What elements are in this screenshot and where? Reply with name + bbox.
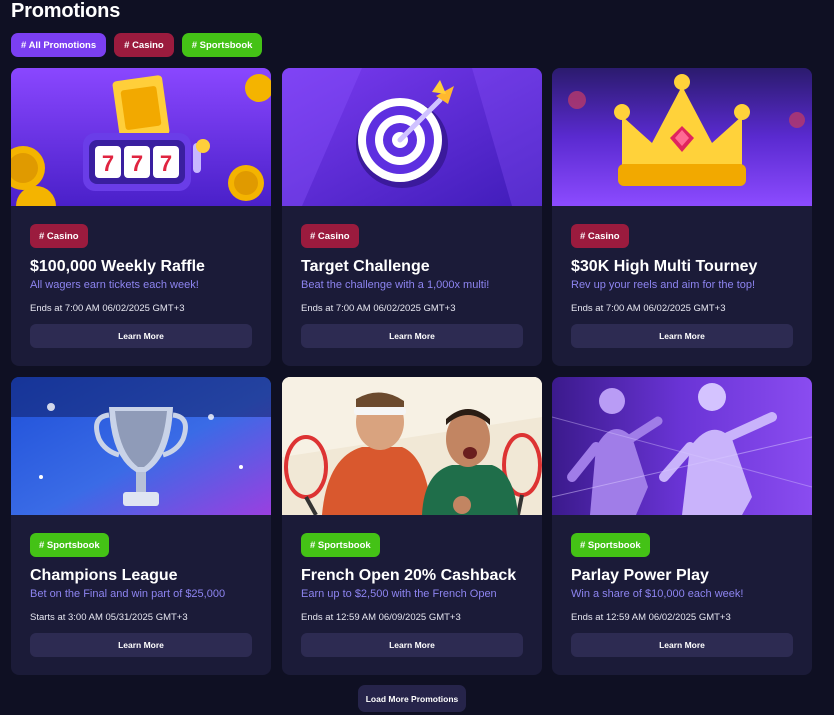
athletes-image <box>552 377 812 515</box>
category-tag: # Sportsbook <box>301 533 380 557</box>
promo-title: Parlay Power Play <box>571 567 709 584</box>
learn-more-button[interactable]: Learn More <box>30 633 252 657</box>
promo-card-parlay-power-play[interactable]: # Sportsbook Parlay Power Play Win a sha… <box>552 377 812 675</box>
trophy-icon <box>11 377 271 515</box>
target-icon <box>282 68 542 206</box>
filter-all-promotions[interactable]: # All Promotions <box>11 33 107 57</box>
promo-card-french-open[interactable]: # Sportsbook French Open 20% Cashback Ea… <box>282 377 542 675</box>
promo-subtitle: Win a share of $10,000 each week! <box>571 588 744 600</box>
promo-card-weekly-raffle[interactable]: 7 7 7 # Casino $100,000 Weekly Raffle Al… <box>11 68 271 366</box>
learn-more-button[interactable]: Learn More <box>571 324 793 348</box>
promo-date: Ends at 7:00 AM 06/02/2025 GMT+3 <box>30 303 185 314</box>
promo-card-champions-league[interactable]: # Sportsbook Champions League Bet on the… <box>11 377 271 675</box>
svg-text:7: 7 <box>131 151 143 176</box>
category-tag: # Casino <box>30 224 88 248</box>
promo-title: Champions League <box>30 567 178 584</box>
category-tag: # Casino <box>571 224 629 248</box>
learn-more-button[interactable]: Learn More <box>301 633 523 657</box>
promo-title: French Open 20% Cashback <box>301 567 517 584</box>
learn-more-button[interactable]: Learn More <box>301 324 523 348</box>
promo-card-high-multi-tourney[interactable]: # Casino $30K High Multi Tourney Rev up … <box>552 68 812 366</box>
crown-icon <box>552 68 812 206</box>
category-tag: # Casino <box>301 224 359 248</box>
promo-subtitle: Earn up to $2,500 with the French Open <box>301 588 497 600</box>
promo-title: $100,000 Weekly Raffle <box>30 258 205 275</box>
learn-more-button[interactable]: Learn More <box>30 324 252 348</box>
svg-text:7: 7 <box>160 151 172 176</box>
promo-title: Target Challenge <box>301 258 430 275</box>
promo-title: $30K High Multi Tourney <box>571 258 758 275</box>
promo-subtitle: Bet on the Final and win part of $25,000 <box>30 588 226 600</box>
load-more-button[interactable]: Load More Promotions <box>358 685 466 712</box>
category-tag: # Sportsbook <box>571 533 650 557</box>
promo-date: Ends at 12:59 AM 06/09/2025 GMT+3 <box>301 612 461 623</box>
filter-casino[interactable]: # Casino <box>114 33 174 57</box>
promo-date: Ends at 12:59 AM 06/02/2025 GMT+3 <box>571 612 731 623</box>
promo-date: Ends at 7:00 AM 06/02/2025 GMT+3 <box>571 303 726 314</box>
category-tag: # Sportsbook <box>30 533 109 557</box>
promo-subtitle: Rev up your reels and aim for the top! <box>571 279 756 291</box>
filter-bar: # All Promotions # Casino # Sportsbook <box>11 33 263 57</box>
page-title: Promotions <box>11 0 121 22</box>
promo-subtitle: All wagers earn tickets each week! <box>30 279 199 291</box>
filter-sportsbook[interactable]: # Sportsbook <box>181 33 263 57</box>
svg-text:7: 7 <box>102 151 114 176</box>
learn-more-button[interactable]: Learn More <box>571 633 793 657</box>
tennis-players-image <box>282 377 542 515</box>
promo-card-target-challenge[interactable]: # Casino Target Challenge Beat the chall… <box>282 68 542 366</box>
slot-machine-icon: 7 7 7 <box>11 68 271 206</box>
promo-subtitle: Beat the challenge with a 1,000x multi! <box>301 279 490 291</box>
promo-date: Ends at 7:00 AM 06/02/2025 GMT+3 <box>301 303 456 314</box>
promo-date: Starts at 3:00 AM 05/31/2025 GMT+3 <box>30 612 188 623</box>
